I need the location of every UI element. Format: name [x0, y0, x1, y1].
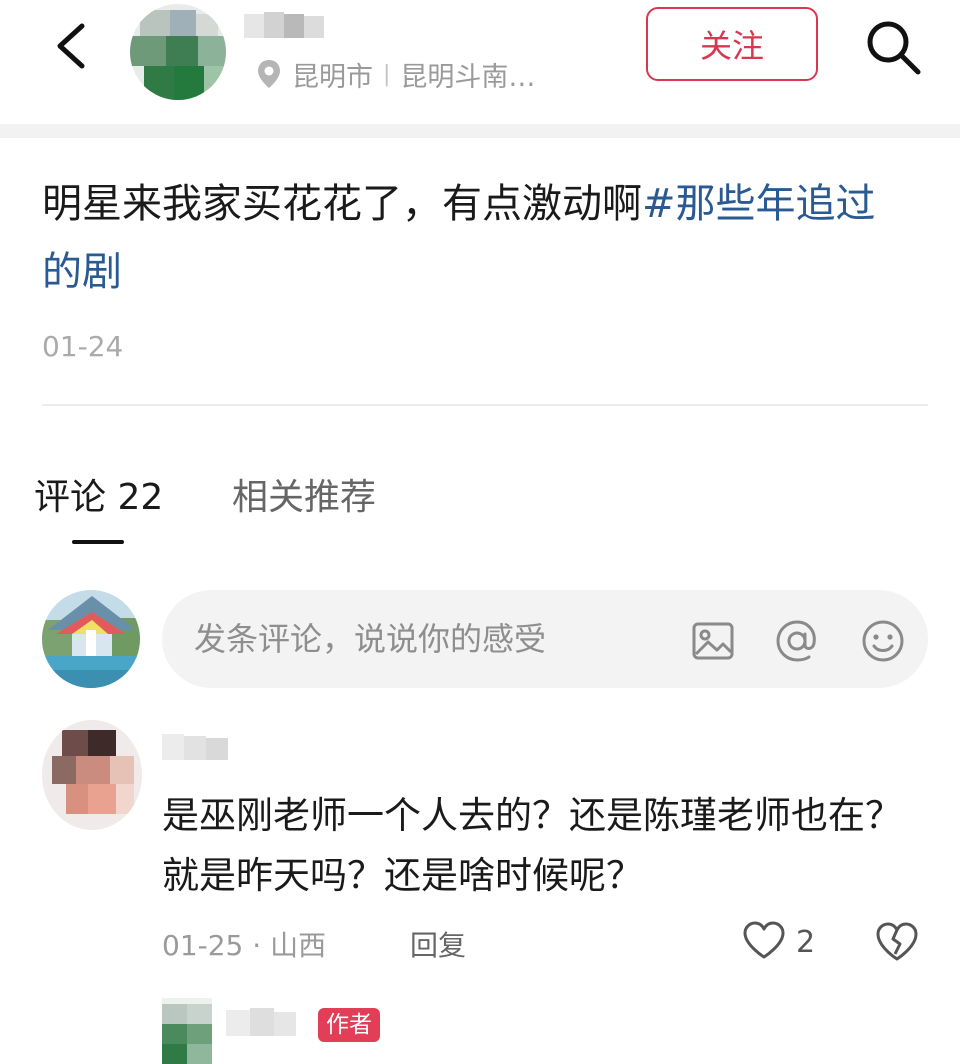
- commenter-name[interactable]: [162, 728, 244, 768]
- tab-related[interactable]: 相关推荐: [232, 468, 376, 520]
- back-icon[interactable]: [48, 20, 96, 72]
- comment-text: 是巫刚老师一个人去的？还是陈瑾老师也在？就是昨天吗？还是啥时候呢？: [162, 794, 902, 897]
- location-row: 昆明市 | 昆明斗南…: [256, 54, 535, 94]
- author-name[interactable]: [244, 8, 326, 48]
- location-place[interactable]: 昆明斗南…: [400, 55, 535, 94]
- follow-button[interactable]: 关注: [646, 7, 818, 81]
- like-button[interactable]: 2: [742, 916, 815, 968]
- location-pin-icon: [256, 58, 282, 90]
- reply-author-name[interactable]: [226, 1004, 306, 1042]
- heart-icon: [742, 920, 786, 964]
- post-date: 01-24: [42, 330, 124, 363]
- search-icon[interactable]: [860, 14, 926, 80]
- comment-meta: 01-25 · 山西: [162, 929, 327, 962]
- author-badge: 作者: [318, 1008, 380, 1042]
- mention-icon[interactable]: [774, 618, 820, 664]
- reply-author-avatar[interactable]: [162, 998, 212, 1064]
- commenter-avatar[interactable]: [42, 720, 142, 830]
- active-tab-indicator: [72, 540, 124, 544]
- reply-button[interactable]: 回复: [410, 924, 466, 964]
- location-city: 昆明市: [292, 61, 373, 93]
- broken-heart-icon[interactable]: [874, 918, 920, 964]
- my-avatar[interactable]: [42, 590, 140, 688]
- header-divider: [0, 124, 960, 138]
- image-icon[interactable]: [690, 618, 736, 664]
- post-body: 明星来我家买花花了，有点激动啊: [42, 181, 642, 227]
- like-count: 2: [796, 924, 816, 960]
- post-text: 明星来我家买花花了，有点激动啊#那些年追过的剧: [42, 170, 912, 306]
- author-avatar[interactable]: [130, 4, 226, 100]
- emoji-icon[interactable]: [860, 618, 906, 664]
- location-separator: |: [383, 61, 391, 87]
- tab-comments[interactable]: 评论 22: [34, 468, 163, 520]
- post-divider: [42, 404, 928, 406]
